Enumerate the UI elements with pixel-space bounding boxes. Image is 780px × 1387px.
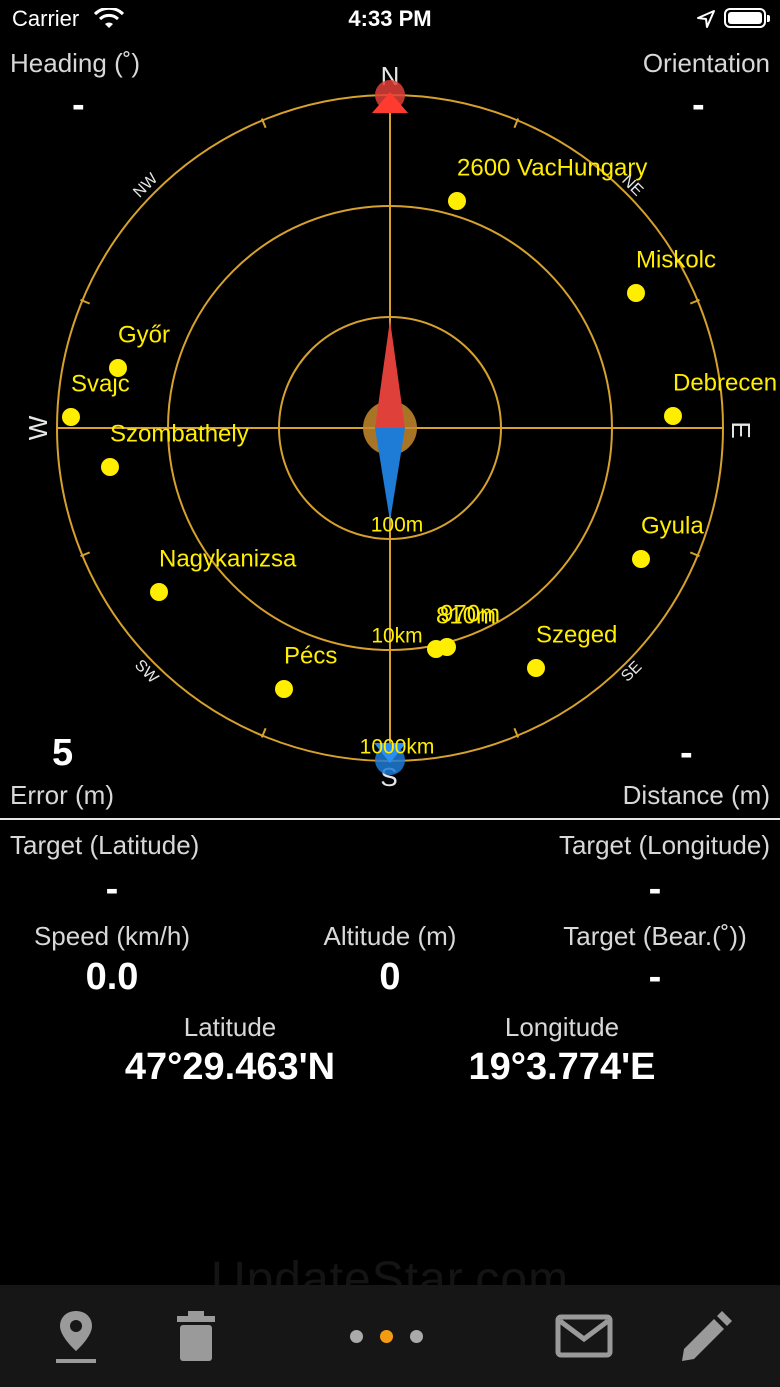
place-dot	[664, 407, 682, 425]
target-latitude-label: Target (Latitude)	[10, 830, 200, 860]
page-dot[interactable]	[350, 1330, 363, 1343]
ring-label: 100m	[371, 514, 424, 537]
error-value: 5	[52, 732, 74, 774]
target-latitude-value: -	[105, 868, 119, 910]
target-bearing-label: Target (Bear.(˚))	[563, 921, 747, 951]
direction-northwest: NW	[130, 170, 162, 202]
places-layer: 2600 VacHungary Miskolc Győr Svajc Debrecen S…	[62, 154, 777, 698]
place-dot	[448, 192, 466, 210]
divider	[0, 818, 780, 820]
error-label: Error (m)	[10, 780, 114, 810]
place-dot	[275, 680, 293, 698]
place-label: Gyula	[641, 512, 704, 539]
altitude-value: 0	[379, 956, 401, 998]
speed-label: Speed (km/h)	[33, 921, 191, 951]
latitude-label: Latitude	[183, 1012, 277, 1042]
compass-needle	[363, 320, 417, 521]
place-label: Szombathely	[110, 420, 249, 447]
distance-label: Distance (m)	[622, 780, 770, 810]
place-label: Pécs	[284, 642, 337, 669]
battery-icon	[724, 8, 770, 28]
distance-value: -	[680, 732, 693, 774]
needle-south	[375, 428, 405, 521]
longitude-label: Longitude	[504, 1012, 620, 1042]
page-dot[interactable]	[410, 1330, 423, 1343]
page-dot-active[interactable]	[380, 1330, 393, 1343]
place-label: Svajc	[71, 370, 130, 397]
location-pin-icon[interactable]	[52, 1307, 100, 1367]
place-label: 810m	[436, 602, 496, 629]
target-longitude-label: Target (Longitude)	[558, 830, 770, 860]
mail-icon[interactable]	[554, 1307, 614, 1367]
location-arrow-icon	[697, 10, 715, 28]
place-dot	[527, 659, 545, 677]
place-dot	[627, 284, 645, 302]
direction-southwest: SW	[131, 657, 162, 688]
place-label: 2600 VacHungary	[457, 154, 647, 181]
direction-west: W	[23, 415, 53, 440]
pencil-icon[interactable]	[676, 1307, 732, 1367]
place-dot	[62, 408, 80, 426]
longitude-value: 19°3.774'E	[468, 1046, 656, 1088]
compass-radar[interactable]: NSEWNENWSESW 100m10km1000km 2600 VacHung…	[0, 38, 780, 818]
needle-north	[375, 320, 405, 428]
target-longitude-value: -	[648, 868, 662, 910]
place-label: Győr	[118, 321, 170, 348]
target-bearing-value: -	[648, 956, 662, 998]
direction-east: E	[726, 421, 756, 438]
place-dot	[427, 640, 445, 658]
place-dot	[101, 458, 119, 476]
ring-label: 1000km	[360, 736, 435, 759]
place-label: Szeged	[536, 621, 617, 648]
page-indicator[interactable]	[350, 1330, 440, 1348]
clock: 4:33 PM	[348, 6, 432, 31]
place-label: Debrecen	[673, 369, 777, 396]
status-bar: Carrier 4:33 PM	[0, 0, 780, 38]
direction-southeast: SE	[618, 658, 645, 685]
ring-label: 10km	[371, 625, 422, 648]
bottom-toolbar	[0, 1285, 780, 1387]
place-label: Miskolc	[636, 246, 716, 273]
speed-value: 0.0	[85, 956, 139, 998]
altitude-label: Altitude (m)	[323, 921, 457, 951]
trash-icon[interactable]	[174, 1307, 218, 1367]
place-dot	[150, 583, 168, 601]
place-label: Nagykanizsa	[159, 545, 297, 572]
latitude-value: 47°29.463'N	[124, 1046, 336, 1088]
place-dot	[632, 550, 650, 568]
ring-labels: 100m 10km 1000km	[360, 514, 435, 759]
